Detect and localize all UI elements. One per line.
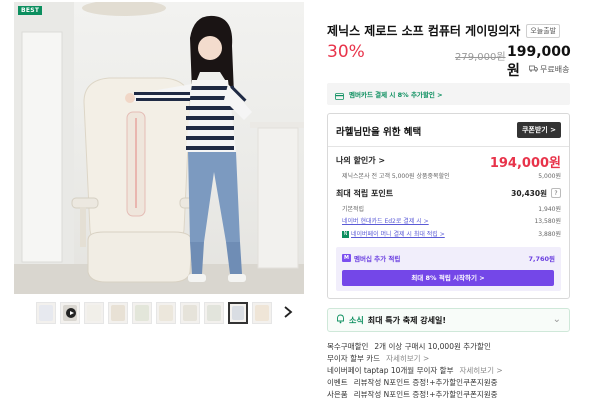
card-icon (335, 85, 344, 104)
point-row-label[interactable]: 네이버 현대카드 Ed2로 결제 시 > (342, 216, 429, 225)
info-value: 리뷰작성 N포인트 증정!+추가할인쿠폰지원중 (353, 389, 498, 399)
thumbnail-6[interactable] (156, 302, 176, 324)
info-value: 2개 이상 구매시 10,000원 추가할인 (374, 341, 491, 351)
divider (328, 146, 569, 147)
event-prefix: 소식 (349, 315, 364, 325)
point-row-label: 기본적립 (342, 206, 365, 213)
coupon-button[interactable]: 쿠폰받기 > (516, 122, 561, 138)
info-row: 네이버페이 taptap 10개월 무이자 할부 자세히보기 > (327, 364, 573, 376)
membership-badge: M (342, 254, 351, 262)
info-key: 이벤트 (327, 377, 348, 387)
point-row[interactable]: N 네이버페이 머니 결제 시 최대 적립 > 3,880원 (342, 229, 561, 238)
info-row: 사은품 리뷰작성 N포인트 증정!+추가할인쿠폰지원중 (327, 388, 573, 400)
play-icon (66, 308, 76, 318)
point-row-label[interactable]: 네이버페이 머니 결제 시 최대 적립 > (351, 231, 445, 238)
info-row: 복수구매할인 2개 이상 구매시 10,000원 추가할인 (327, 340, 573, 352)
info-row: 이벤트 리뷰작성 N포인트 증정!+추가할인쿠폰지원중 (327, 376, 573, 388)
membership-box: M 멤버십 추가 적립 7,760원 최대 8% 적립 시작하기 > (336, 247, 561, 291)
thumbnail-5[interactable] (132, 302, 152, 324)
info-key: 복수구매할인 (327, 341, 369, 351)
points-label: 최대 적립 포인트 (336, 189, 394, 198)
product-title: 제닉스 제로드 소프 컴퓨터 게이밍의자 (327, 24, 521, 38)
info-value: 리뷰작성 N포인트 증정!+추가할인쿠폰지원중 (353, 377, 498, 387)
my-price-note-value: 5,000원 (538, 173, 561, 180)
thumbnail-10[interactable] (252, 302, 272, 324)
shipping-info: 무료배송 (529, 64, 569, 75)
info-list: 복수구매할인 2개 이상 구매시 10,000원 추가할인 무이자 할부 카드 … (327, 340, 573, 400)
chevron-right-icon[interactable] (283, 305, 293, 319)
info-key: 무이자 할부 카드 (327, 353, 381, 363)
thumbnail-2-video[interactable] (60, 302, 80, 324)
my-price-label[interactable]: 나의 할인가 > (336, 155, 385, 166)
discount-rate: 30% (327, 42, 365, 62)
product-main-image[interactable]: BEST (14, 2, 304, 294)
point-row: 기본적립 1,940원 (342, 204, 561, 213)
card-discount-text: 멤버카드 결제 시 8% 추가할인 > (349, 91, 443, 99)
membership-label: M 멤버십 추가 적립 (342, 253, 400, 263)
help-icon[interactable]: ? (551, 188, 561, 198)
event-banner[interactable]: 소식 최대 특가 축제 강세일! ⌄ (327, 308, 570, 332)
my-price: 194,000원 (489, 156, 561, 171)
product-photo-illustration (14, 2, 304, 294)
thumbnail-strip (36, 300, 272, 326)
info-detail-link[interactable]: 자세히보기 > (459, 365, 502, 376)
original-price: 279,000원 (455, 52, 506, 63)
delivery-tag: 오늘출발 (526, 23, 561, 38)
card-discount-banner[interactable]: 멤버카드 결제 시 8% 추가할인 > (327, 83, 570, 105)
info-row: 무이자 할부 카드 자세히보기 > (327, 352, 573, 364)
point-row-value: 13,580원 (534, 218, 561, 225)
member-benefit-box: 라헬님만을 위한 혜택 쿠폰받기 > 나의 할인가 > 194,000원 제닉스… (327, 113, 570, 299)
my-price-note-text: 제닉스본사 전 고객 5,000원 상품중복할인 (342, 173, 450, 180)
naverpay-icon: N (342, 231, 349, 238)
point-row-value: 1,940원 (538, 206, 561, 213)
thumbnail-9-selected[interactable] (228, 302, 248, 324)
thumbnail-7[interactable] (180, 302, 200, 324)
my-price-note: 제닉스본사 전 고객 5,000원 상품중복할인 5,000원 (342, 171, 561, 180)
bell-icon (336, 314, 345, 326)
best-badge: BEST (18, 6, 43, 15)
thumbnail-3[interactable] (84, 302, 104, 324)
start-membership-button[interactable]: 최대 8% 적립 시작하기 > (342, 270, 554, 286)
info-detail-link[interactable]: 자세히보기 > (386, 353, 429, 364)
point-row-value: 3,880원 (538, 231, 561, 238)
info-key: 사은품 (327, 389, 348, 399)
info-key: 네이버페이 taptap 10개월 무이자 할부 (327, 365, 454, 375)
benefit-heading: 라헬님만을 위한 혜택 (336, 127, 422, 138)
thumbnail-1[interactable] (36, 302, 56, 324)
points-total: 30,430원 (511, 189, 547, 198)
thumbnail-4[interactable] (108, 302, 128, 324)
point-row[interactable]: 네이버 현대카드 Ed2로 결제 시 > 13,580원 (342, 216, 561, 225)
event-text: 최대 특가 축제 강세일! (367, 315, 446, 325)
membership-label-text: 멤버십 추가 적립 (353, 255, 401, 263)
chevron-down-icon: ⌄ (552, 314, 561, 325)
shipping-label: 무료배송 (540, 65, 570, 74)
title-row: 제닉스 제로드 소프 컴퓨터 게이밍의자 오늘출발 (327, 22, 561, 39)
thumbnail-8[interactable] (204, 302, 224, 324)
membership-points: 7,760원 (528, 255, 555, 263)
truck-icon (529, 65, 538, 74)
